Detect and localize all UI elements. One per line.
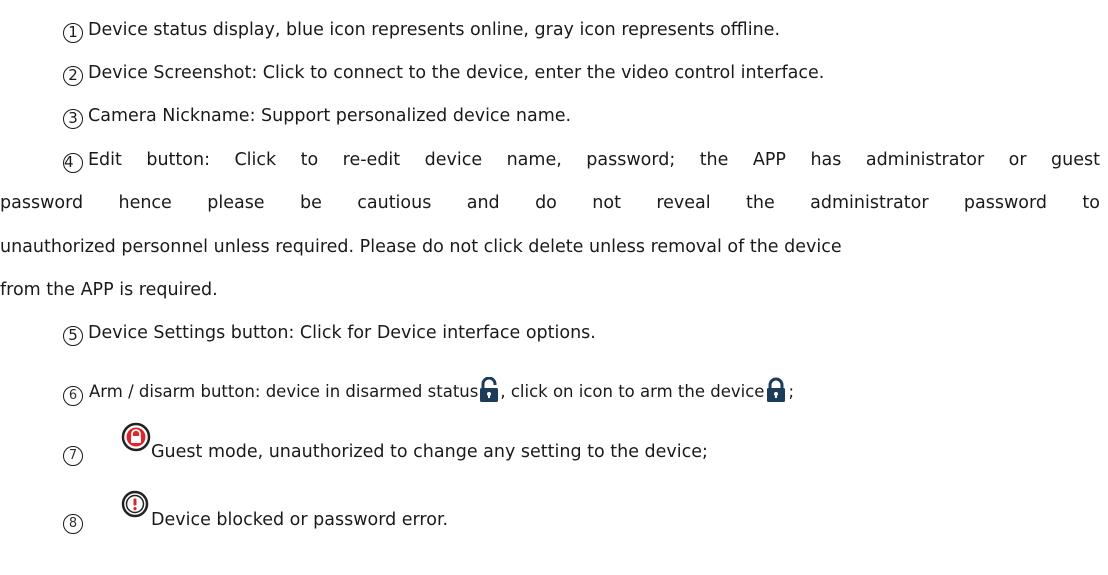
item-4-line-4: from the APP is required. bbox=[0, 280, 1100, 300]
item-1: 1 Device status display, blue icon repres… bbox=[63, 20, 1108, 43]
item-3: 3 Camera Nickname: Support personalized d… bbox=[63, 106, 1108, 129]
item-2: 2 Device Screenshot: Click to connect to … bbox=[63, 63, 1108, 86]
item-1-text: Device status display, blue icon represe… bbox=[88, 20, 781, 40]
circled-number-6: 6 bbox=[63, 386, 83, 406]
item-7-text: Guest mode, unauthorized to change any s… bbox=[151, 442, 708, 462]
item-4-text-line-4: from the APP is required. bbox=[0, 280, 218, 300]
circled-number-4: 4 bbox=[63, 153, 83, 173]
circled-number-2: 2 bbox=[63, 66, 83, 86]
item-8-text: Device blocked or password error. bbox=[151, 510, 449, 530]
item-4-text-line-3: unauthorized personnel unless required. … bbox=[0, 237, 842, 257]
item-2-text: Device Screenshot: Click to connect to t… bbox=[88, 63, 825, 83]
item-7: 7 Guest mode, unauthorized to change any… bbox=[63, 422, 1108, 466]
circled-number-8: 8 bbox=[63, 514, 83, 534]
item-4-line-3: unauthorized personnel unless required. … bbox=[0, 237, 1100, 257]
red-lock-badge-icon bbox=[121, 422, 151, 457]
item-3-text: Camera Nickname: Support personalized de… bbox=[88, 106, 572, 126]
locked-padlock-icon bbox=[764, 377, 788, 408]
circled-number-7: 7 bbox=[63, 446, 83, 466]
item-5: 5 Device Settings button: Click for Devic… bbox=[63, 323, 1108, 346]
circled-number-1: 1 bbox=[63, 23, 83, 43]
exclamation-badge-icon bbox=[121, 490, 149, 523]
item-4-line-2: password hence please be cautious and do… bbox=[0, 193, 1100, 213]
item-6: 6 Arm / disarm button: device in disarmed… bbox=[63, 376, 1108, 408]
item-4-text-line-1: Edit button: Click to re-edit device nam… bbox=[88, 150, 1100, 170]
unlocked-padlock-icon bbox=[478, 376, 500, 408]
item-6-text-c: ; bbox=[788, 382, 795, 401]
item-8: 8 Device blocked or password error. bbox=[63, 490, 1108, 534]
item-5-text: Device Settings button: Click for Device… bbox=[88, 323, 596, 343]
item-4-line-1: 4 Edit button: Click to re-edit device na… bbox=[63, 150, 1100, 173]
item-6-text-a: Arm / disarm button: device in disarmed … bbox=[89, 382, 479, 401]
circled-number-5: 5 bbox=[63, 326, 83, 346]
item-4-text-line-2: password hence please be cautious and do… bbox=[0, 193, 1100, 213]
item-6-text-b: , click on icon to arm the device bbox=[500, 382, 765, 401]
circled-number-3: 3 bbox=[63, 109, 83, 129]
